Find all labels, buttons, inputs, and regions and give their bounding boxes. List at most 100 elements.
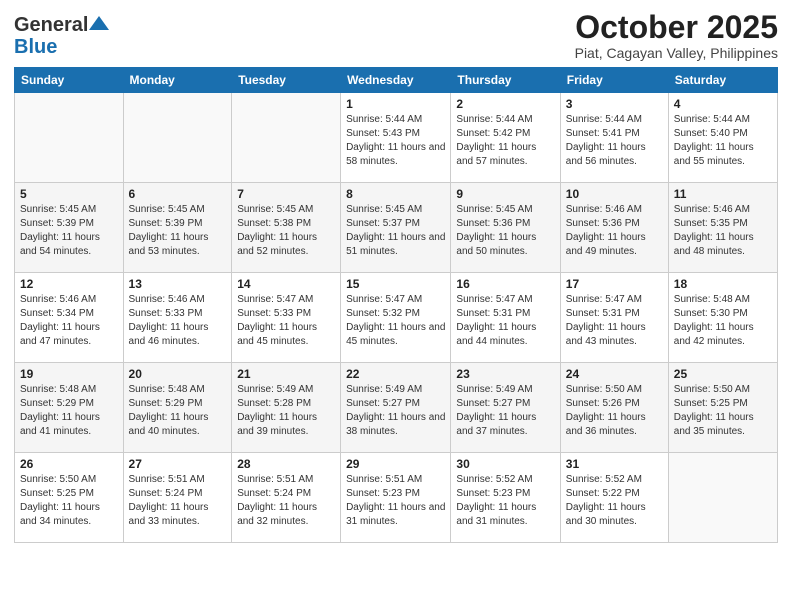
day-info: Sunrise: 5:45 AMSunset: 5:37 PMDaylight:…	[346, 204, 445, 257]
day-number: 28	[237, 457, 335, 471]
day-info: Sunrise: 5:51 AMSunset: 5:24 PMDaylight:…	[129, 474, 209, 527]
day-number: 8	[346, 187, 445, 201]
day-info: Sunrise: 5:46 AMSunset: 5:34 PMDaylight:…	[20, 294, 100, 347]
calendar-cell	[232, 93, 341, 183]
calendar-cell: 21 Sunrise: 5:49 AMSunset: 5:28 PMDaylig…	[232, 363, 341, 453]
day-info: Sunrise: 5:52 AMSunset: 5:23 PMDaylight:…	[456, 474, 536, 527]
day-info: Sunrise: 5:47 AMSunset: 5:31 PMDaylight:…	[566, 294, 646, 347]
day-number: 4	[674, 97, 772, 111]
logo-triangle-icon	[89, 16, 109, 30]
calendar-cell: 11 Sunrise: 5:46 AMSunset: 5:35 PMDaylig…	[668, 183, 777, 273]
day-number: 15	[346, 277, 445, 291]
calendar-cell: 18 Sunrise: 5:48 AMSunset: 5:30 PMDaylig…	[668, 273, 777, 363]
month-title: October 2025	[575, 10, 778, 45]
day-number: 10	[566, 187, 663, 201]
calendar-cell: 6 Sunrise: 5:45 AMSunset: 5:39 PMDayligh…	[123, 183, 232, 273]
calendar-cell: 26 Sunrise: 5:50 AMSunset: 5:25 PMDaylig…	[15, 453, 124, 543]
day-number: 7	[237, 187, 335, 201]
header-area: General Blue October 2025 Piat, Cagayan …	[14, 10, 778, 61]
calendar-cell: 25 Sunrise: 5:50 AMSunset: 5:25 PMDaylig…	[668, 363, 777, 453]
header-thursday: Thursday	[451, 68, 560, 93]
day-number: 9	[456, 187, 554, 201]
day-number: 27	[129, 457, 227, 471]
day-number: 20	[129, 367, 227, 381]
header-friday: Friday	[560, 68, 668, 93]
day-number: 31	[566, 457, 663, 471]
calendar-table: Sunday Monday Tuesday Wednesday Thursday…	[14, 67, 778, 543]
calendar-cell: 28 Sunrise: 5:51 AMSunset: 5:24 PMDaylig…	[232, 453, 341, 543]
calendar-cell: 27 Sunrise: 5:51 AMSunset: 5:24 PMDaylig…	[123, 453, 232, 543]
calendar-week-row: 12 Sunrise: 5:46 AMSunset: 5:34 PMDaylig…	[15, 273, 778, 363]
day-number: 2	[456, 97, 554, 111]
day-number: 22	[346, 367, 445, 381]
calendar-cell: 20 Sunrise: 5:48 AMSunset: 5:29 PMDaylig…	[123, 363, 232, 453]
day-number: 26	[20, 457, 118, 471]
day-info: Sunrise: 5:44 AMSunset: 5:41 PMDaylight:…	[566, 114, 646, 167]
calendar-cell: 10 Sunrise: 5:46 AMSunset: 5:36 PMDaylig…	[560, 183, 668, 273]
day-number: 6	[129, 187, 227, 201]
header-monday: Monday	[123, 68, 232, 93]
logo-text-general: General	[14, 14, 88, 36]
day-info: Sunrise: 5:48 AMSunset: 5:30 PMDaylight:…	[674, 294, 754, 347]
calendar-cell: 1 Sunrise: 5:44 AMSunset: 5:43 PMDayligh…	[341, 93, 451, 183]
day-info: Sunrise: 5:49 AMSunset: 5:27 PMDaylight:…	[346, 384, 445, 437]
calendar-cell: 2 Sunrise: 5:44 AMSunset: 5:42 PMDayligh…	[451, 93, 560, 183]
calendar-cell: 14 Sunrise: 5:47 AMSunset: 5:33 PMDaylig…	[232, 273, 341, 363]
day-info: Sunrise: 5:44 AMSunset: 5:43 PMDaylight:…	[346, 114, 445, 167]
calendar-cell: 24 Sunrise: 5:50 AMSunset: 5:26 PMDaylig…	[560, 363, 668, 453]
calendar-cell: 15 Sunrise: 5:47 AMSunset: 5:32 PMDaylig…	[341, 273, 451, 363]
location: Piat, Cagayan Valley, Philippines	[575, 45, 778, 61]
day-info: Sunrise: 5:52 AMSunset: 5:22 PMDaylight:…	[566, 474, 646, 527]
day-number: 5	[20, 187, 118, 201]
day-info: Sunrise: 5:49 AMSunset: 5:28 PMDaylight:…	[237, 384, 317, 437]
calendar-cell: 23 Sunrise: 5:49 AMSunset: 5:27 PMDaylig…	[451, 363, 560, 453]
calendar-cell: 30 Sunrise: 5:52 AMSunset: 5:23 PMDaylig…	[451, 453, 560, 543]
day-info: Sunrise: 5:50 AMSunset: 5:25 PMDaylight:…	[20, 474, 100, 527]
calendar-cell	[123, 93, 232, 183]
day-number: 14	[237, 277, 335, 291]
day-info: Sunrise: 5:51 AMSunset: 5:23 PMDaylight:…	[346, 474, 445, 527]
header-tuesday: Tuesday	[232, 68, 341, 93]
day-info: Sunrise: 5:48 AMSunset: 5:29 PMDaylight:…	[129, 384, 209, 437]
day-info: Sunrise: 5:48 AMSunset: 5:29 PMDaylight:…	[20, 384, 100, 437]
day-info: Sunrise: 5:46 AMSunset: 5:33 PMDaylight:…	[129, 294, 209, 347]
day-number: 30	[456, 457, 554, 471]
calendar-week-row: 26 Sunrise: 5:50 AMSunset: 5:25 PMDaylig…	[15, 453, 778, 543]
calendar-cell: 4 Sunrise: 5:44 AMSunset: 5:40 PMDayligh…	[668, 93, 777, 183]
day-number: 3	[566, 97, 663, 111]
logo: General Blue	[14, 14, 109, 58]
calendar-week-row: 5 Sunrise: 5:45 AMSunset: 5:39 PMDayligh…	[15, 183, 778, 273]
calendar-cell: 29 Sunrise: 5:51 AMSunset: 5:23 PMDaylig…	[341, 453, 451, 543]
day-number: 17	[566, 277, 663, 291]
day-number: 23	[456, 367, 554, 381]
calendar-cell: 31 Sunrise: 5:52 AMSunset: 5:22 PMDaylig…	[560, 453, 668, 543]
logo-text-blue: Blue	[14, 36, 57, 58]
calendar-week-row: 1 Sunrise: 5:44 AMSunset: 5:43 PMDayligh…	[15, 93, 778, 183]
calendar-container: General Blue October 2025 Piat, Cagayan …	[0, 0, 792, 551]
calendar-cell: 5 Sunrise: 5:45 AMSunset: 5:39 PMDayligh…	[15, 183, 124, 273]
day-number: 21	[237, 367, 335, 381]
day-number: 18	[674, 277, 772, 291]
day-info: Sunrise: 5:45 AMSunset: 5:38 PMDaylight:…	[237, 204, 317, 257]
day-number: 12	[20, 277, 118, 291]
day-info: Sunrise: 5:45 AMSunset: 5:36 PMDaylight:…	[456, 204, 536, 257]
day-number: 24	[566, 367, 663, 381]
calendar-cell: 8 Sunrise: 5:45 AMSunset: 5:37 PMDayligh…	[341, 183, 451, 273]
day-info: Sunrise: 5:46 AMSunset: 5:36 PMDaylight:…	[566, 204, 646, 257]
day-number: 29	[346, 457, 445, 471]
day-info: Sunrise: 5:49 AMSunset: 5:27 PMDaylight:…	[456, 384, 536, 437]
calendar-cell: 12 Sunrise: 5:46 AMSunset: 5:34 PMDaylig…	[15, 273, 124, 363]
day-info: Sunrise: 5:44 AMSunset: 5:40 PMDaylight:…	[674, 114, 754, 167]
day-number: 16	[456, 277, 554, 291]
day-info: Sunrise: 5:50 AMSunset: 5:26 PMDaylight:…	[566, 384, 646, 437]
title-block: October 2025 Piat, Cagayan Valley, Phili…	[575, 10, 778, 61]
calendar-cell	[15, 93, 124, 183]
day-info: Sunrise: 5:47 AMSunset: 5:31 PMDaylight:…	[456, 294, 536, 347]
calendar-cell: 16 Sunrise: 5:47 AMSunset: 5:31 PMDaylig…	[451, 273, 560, 363]
calendar-cell	[668, 453, 777, 543]
day-number: 13	[129, 277, 227, 291]
day-number: 25	[674, 367, 772, 381]
day-info: Sunrise: 5:47 AMSunset: 5:33 PMDaylight:…	[237, 294, 317, 347]
day-info: Sunrise: 5:51 AMSunset: 5:24 PMDaylight:…	[237, 474, 317, 527]
weekday-header-row: Sunday Monday Tuesday Wednesday Thursday…	[15, 68, 778, 93]
